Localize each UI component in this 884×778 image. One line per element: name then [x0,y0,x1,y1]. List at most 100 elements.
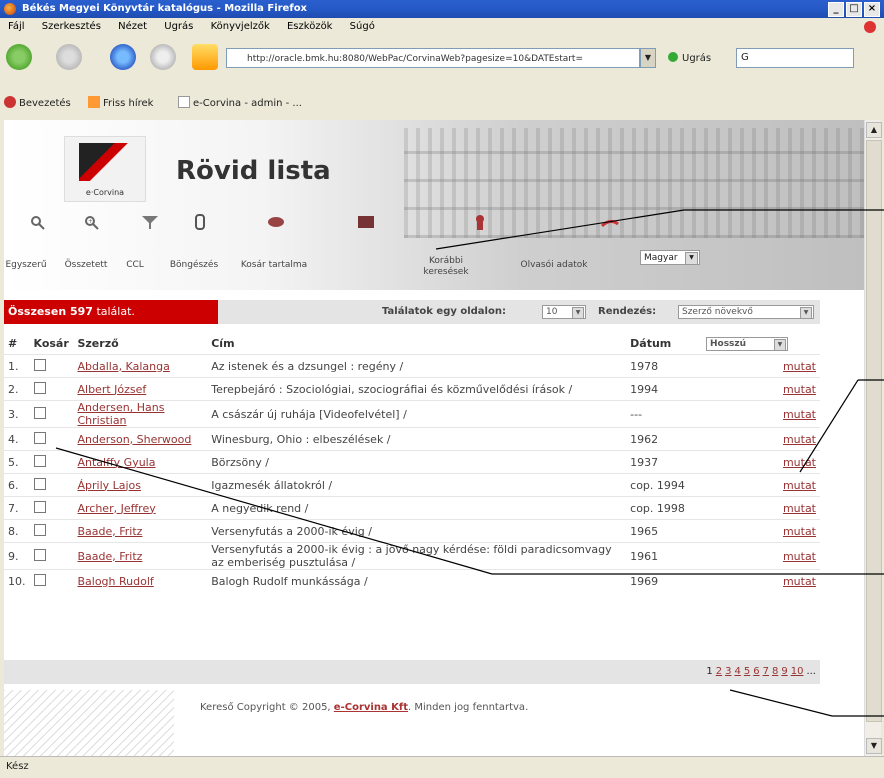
nav-reader[interactable]: Olvasói adatok [514,260,594,270]
cart-checkbox[interactable] [33,477,46,490]
language-select[interactable]: Magyar ▼ [640,250,700,265]
page-link[interactable]: 3 [725,666,731,677]
date-cell: cop. 1994 [626,473,722,497]
show-link[interactable]: mutat [721,427,820,451]
page-link[interactable]: 6 [753,666,759,677]
author-link[interactable]: Baade, Fritz [73,519,208,543]
page-link[interactable]: 8 [772,666,778,677]
header-author[interactable]: Szerző [73,332,207,355]
author-link[interactable]: Abdalla, Kalanga [73,354,208,378]
cart-checkbox[interactable] [33,548,46,561]
header-cart: Kosár [33,336,69,350]
nav-advanced[interactable]: Összetett [58,260,114,270]
author-link[interactable]: Áprily Lajos [73,473,208,497]
show-link[interactable]: mutat [721,400,820,428]
table-header-row: # Kosár Szerző Cím Dátum Hosszú ▼ [4,332,820,355]
company-link[interactable]: e-Corvina Kft [334,702,408,713]
per-page-select[interactable]: 10 ▼ [542,305,586,319]
page-link[interactable]: 9 [781,666,787,677]
forward-arrow-icon[interactable] [56,44,82,70]
author-link[interactable]: Balogh Rudolf [73,569,208,592]
vertical-scrollbar[interactable]: ▲ ▼ [864,120,882,756]
browser-window: Békés Megyei Könyvtár katalógus - Mozill… [0,0,884,778]
reload-icon[interactable] [110,44,136,70]
bookmark-label: e-Corvina - admin - ... [193,98,302,109]
home-icon[interactable] [192,44,218,70]
show-link[interactable]: mutat [721,496,820,520]
menu-help[interactable]: Súgó [350,21,375,32]
nav-history[interactable]: Korábbi keresések [416,256,476,278]
nav-simple[interactable]: Egyszerű [4,260,48,270]
close-button[interactable]: × [864,2,880,17]
scroll-thumb[interactable] [866,140,882,722]
search-input[interactable]: G [736,48,854,68]
bookmark-intro[interactable]: Bevezetés [4,96,71,109]
cart-checkbox[interactable] [33,500,46,513]
back-arrow-icon[interactable] [6,44,32,70]
page-link[interactable]: 10 [791,666,804,677]
nav-browse[interactable]: Böngészés [164,260,224,270]
cart-checkbox[interactable] [33,406,46,419]
go-button[interactable]: Ugrás [668,52,711,64]
maximize-button[interactable]: □ [846,2,862,17]
show-link[interactable]: mutat [721,450,820,474]
show-link[interactable]: mutat [721,354,820,378]
menu-edit[interactable]: Szerkesztés [42,21,101,32]
author-link[interactable]: Antalffy Gyula [73,450,208,474]
cart-checkbox[interactable] [33,431,46,444]
author-link[interactable]: Archer, Jeffrey [73,496,208,520]
author-link[interactable]: Albert József [73,377,208,401]
minimize-button[interactable]: _ [828,2,844,17]
view-select[interactable]: Hosszú ▼ [705,336,788,351]
menu-go[interactable]: Ugrás [164,21,193,32]
menu-file[interactable]: Fájl [8,21,25,32]
magnifier-icon[interactable] [28,214,48,230]
show-link[interactable]: mutat [721,569,820,592]
nav-ccl[interactable]: CCL [120,260,150,270]
menu-view[interactable]: Nézet [118,21,147,32]
author-link[interactable]: Anderson, Sherwood [73,427,208,451]
date-cell: cop. 1998 [626,496,722,520]
basket-icon[interactable] [266,214,286,230]
cart-checkbox[interactable] [33,358,46,371]
funnel-icon[interactable] [140,214,160,230]
bookmark-news[interactable]: Friss hírek [88,96,153,109]
address-bar[interactable]: http://oracle.bmk.hu:8080/WebPac/Corvina… [226,48,640,68]
show-link[interactable]: mutat [721,542,820,570]
address-dropdown-icon[interactable]: ▼ [640,48,656,68]
bookmark-admin[interactable]: e-Corvina - admin - ... [178,96,302,109]
menu-tools[interactable]: Eszközök [287,21,333,32]
menu-bookmarks[interactable]: Könyvjelzők [211,21,270,32]
show-link[interactable]: mutat [721,473,820,497]
cart-checkbox[interactable] [33,573,46,586]
reader-icon[interactable] [470,214,490,230]
author-link[interactable]: Baade, Fritz [73,542,208,570]
title-cell: Versenyfutás a 2000-ik évig : a jövő nag… [207,542,627,570]
browse-icon[interactable] [190,214,210,230]
cart-checkbox[interactable] [33,381,46,394]
header-title[interactable]: Cím [207,332,626,355]
history-icon[interactable] [356,214,376,230]
row-cart [29,542,74,570]
page-link[interactable]: 4 [734,666,740,677]
advanced-search-icon[interactable]: + [82,214,102,230]
page-content: e·Corvina Rövid lista + Egyszerű Összete… [4,120,864,756]
page-link[interactable]: 5 [744,666,750,677]
scroll-down-icon[interactable]: ▼ [866,738,882,754]
title-cell: Igazmesék állatokról / [207,473,627,497]
author-link[interactable]: Andersen, Hans Christian [73,400,208,428]
page-link[interactable]: ... [806,666,816,677]
sort-select[interactable]: Szerző növekvő ▼ [678,305,814,319]
nav-basket[interactable]: Kosár tartalma [234,260,314,270]
cart-checkbox[interactable] [33,523,46,536]
page-link[interactable]: 7 [763,666,769,677]
row-number: 9. [4,542,30,570]
cart-checkbox[interactable] [33,454,46,467]
page-link[interactable]: 2 [716,666,722,677]
show-link[interactable]: mutat [721,377,820,401]
stop-icon[interactable] [150,44,176,70]
row-number: 5. [4,450,30,474]
date-cell: 1965 [626,519,722,543]
scroll-up-icon[interactable]: ▲ [866,122,882,138]
show-link[interactable]: mutat [721,519,820,543]
